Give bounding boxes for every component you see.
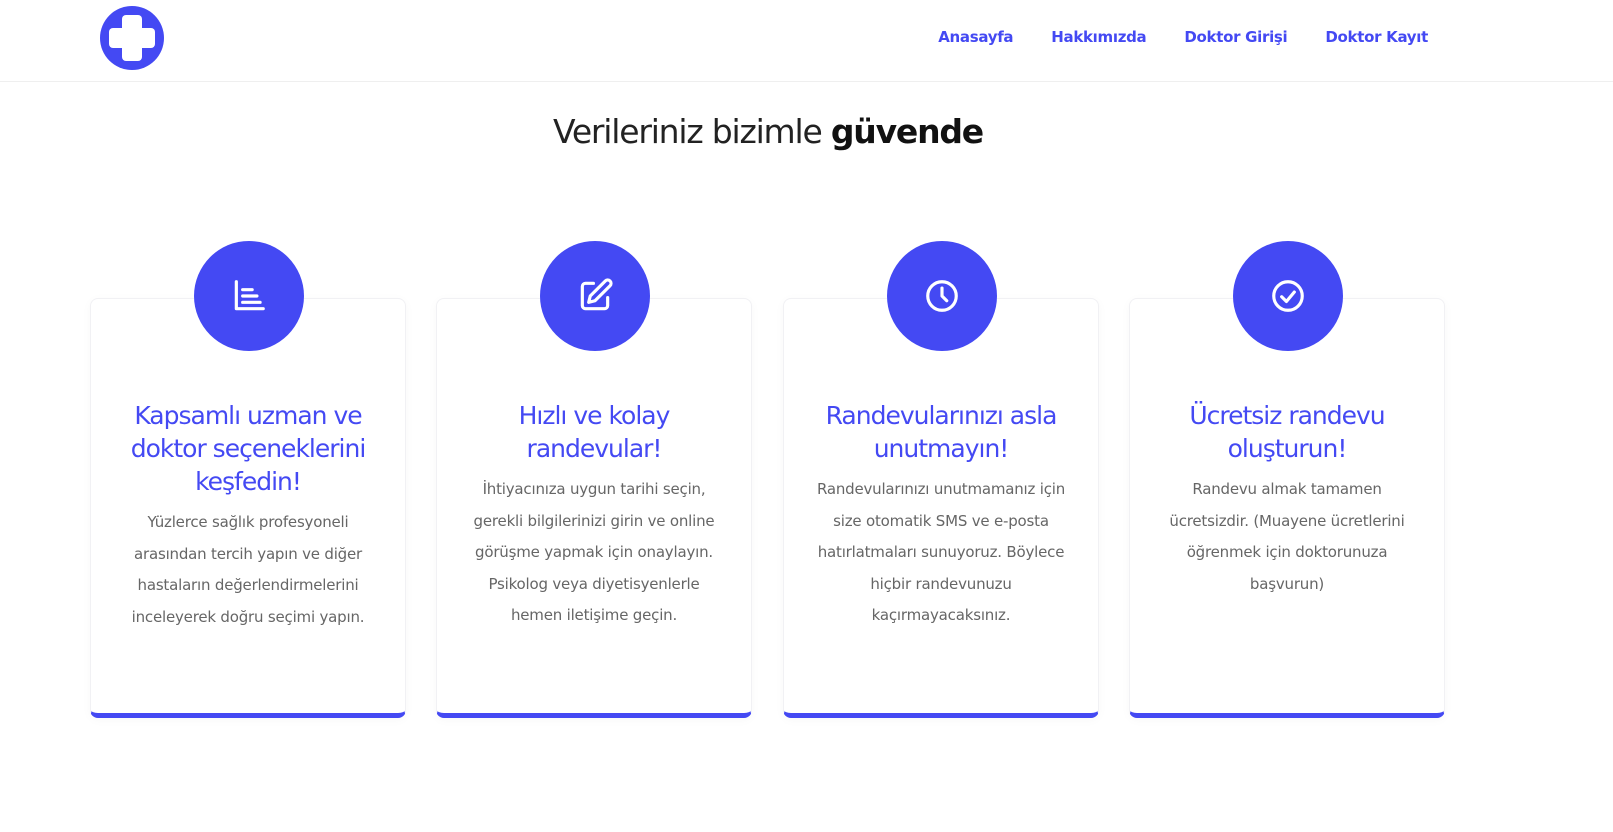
card-title: Kapsamlı uzman ve doktor seçeneklerini k… <box>130 401 367 496</box>
feature-card: Randevularınızı asla unutmayın! Randevul… <box>783 241 1099 718</box>
feature-card: Ücretsiz randevu oluşturun! Randevu alma… <box>1129 241 1445 718</box>
edit-icon <box>540 241 650 351</box>
card-text: İhtiyacınıza uygun tarihi seçin, gerekli… <box>473 480 715 624</box>
nav-link-anasayfa[interactable]: Anasayfa <box>938 28 1013 46</box>
nav-link-doktor-girisi[interactable]: Doktor Girişi <box>1184 28 1287 46</box>
feature-card: Kapsamlı uzman ve doktor seçeneklerini k… <box>90 241 406 718</box>
card-title: Hızlı ve kolay randevular! <box>518 401 671 463</box>
clock-icon <box>887 241 997 351</box>
section-title-bold: güvende <box>830 112 984 151</box>
card-text: Randevu almak tamamen ücretsizdir. (Muay… <box>1169 480 1405 593</box>
card-title: Randevularınızı asla unutmayın! <box>825 401 1058 463</box>
chart-icon <box>194 241 304 351</box>
medical-cross-icon[interactable] <box>100 6 164 70</box>
main-nav: Anasayfa Hakkımızda Doktor Girişi Doktor… <box>938 28 1428 46</box>
check-circle-icon <box>1233 241 1343 351</box>
section-title-normal: Verileriniz bizimle <box>553 112 823 151</box>
section-title: Verileriniz bizimle güvende <box>0 112 1536 151</box>
site-header: Anasayfa Hakkımızda Doktor Girişi Doktor… <box>0 0 1613 82</box>
nav-link-hakkimizda[interactable]: Hakkımızda <box>1051 28 1146 46</box>
nav-link-doktor-kayit[interactable]: Doktor Kayıt <box>1325 28 1428 46</box>
card-title: Ücretsiz randevu oluşturun! <box>1189 401 1385 463</box>
feature-card: Hızlı ve kolay randevular! İhtiyacınıza … <box>436 241 752 718</box>
card-text: Yüzlerce sağlık profesyoneli arasından t… <box>131 513 365 626</box>
card-text: Randevularınızı unutmamanız için size ot… <box>816 480 1066 624</box>
